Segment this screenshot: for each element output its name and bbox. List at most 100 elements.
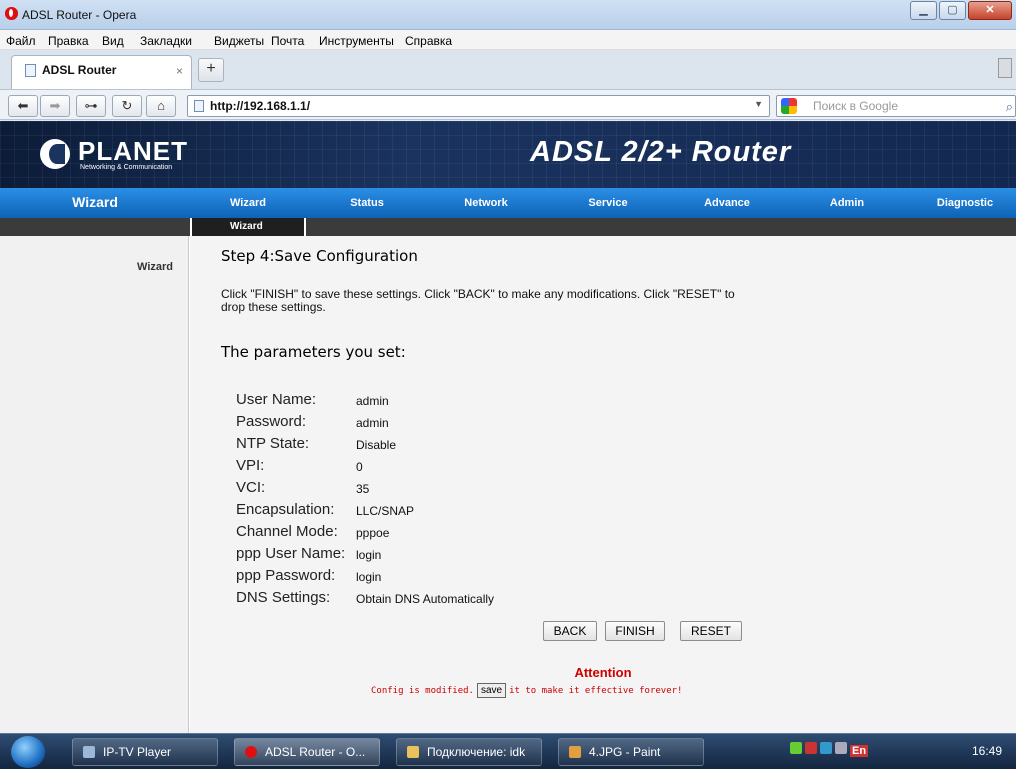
param-label: VCI:: [236, 479, 266, 496]
menu-edit[interactable]: Правка: [48, 34, 89, 48]
param-label: Channel Mode:: [236, 523, 338, 540]
instructions-text: Click "FINISH" to save these settings. C…: [221, 287, 735, 314]
taskbar-item-opera[interactable]: ADSL Router - O...: [234, 738, 380, 766]
address-field[interactable]: http://192.168.1.1/ ▼: [187, 95, 770, 117]
antivirus-icon[interactable]: [805, 742, 817, 754]
brand-tagline: Networking & Communication: [80, 164, 173, 171]
system-tray: En: [790, 742, 869, 757]
taskbar-item-connection[interactable]: Подключение: idk: [396, 738, 542, 766]
taskbar-item-label: IP-TV Player: [103, 745, 172, 759]
config-prefix: Config is modified.: [371, 686, 474, 696]
menu-tools[interactable]: Инструменты: [319, 34, 394, 48]
param-value: 0: [356, 460, 363, 474]
nav-advance[interactable]: Advance: [682, 197, 772, 209]
minimize-button[interactable]: ▁: [910, 1, 937, 20]
menu-bar: Файл Правка Вид Закладки Виджеты Почта И…: [0, 30, 1016, 50]
menu-view[interactable]: Вид: [102, 34, 124, 48]
opera-logo-icon: [245, 746, 257, 758]
window-title: ADSL Router - Opera: [22, 8, 137, 22]
tab-label: ADSL Router: [42, 63, 117, 77]
router-header: PLANET Networking & Communication ADSL 2…: [0, 121, 1016, 188]
nav-status[interactable]: Status: [322, 197, 412, 209]
param-value: login: [356, 548, 382, 562]
taskbar-item-paint[interactable]: 4.JPG - Paint: [558, 738, 704, 766]
attention-heading: Attention: [574, 665, 632, 680]
param-value: admin: [356, 416, 389, 430]
product-title: ADSL 2/2+ Router: [530, 136, 792, 168]
start-button[interactable]: [11, 736, 45, 768]
param-value: LLC/SNAP: [356, 504, 415, 518]
nav-network[interactable]: Network: [441, 197, 531, 209]
taskbar-item-label: Подключение: idk: [427, 745, 526, 759]
param-label: ppp Password:: [236, 567, 336, 584]
sub-nav: Wizard: [0, 218, 1016, 236]
taskbar-item-iptv[interactable]: IP-TV Player: [72, 738, 218, 766]
address-url: http://192.168.1.1/: [210, 99, 311, 113]
menu-mail[interactable]: Почта: [271, 34, 304, 48]
param-label: DNS Settings:: [236, 589, 331, 606]
back-icon[interactable]: ⬅: [8, 95, 38, 117]
params-heading: The parameters you set:: [221, 343, 406, 361]
google-icon[interactable]: [781, 98, 797, 114]
param-label: VPI:: [236, 457, 265, 474]
taskbar-item-label: 4.JPG - Paint: [589, 745, 661, 759]
volume-icon[interactable]: [835, 742, 847, 754]
menu-widgets[interactable]: Виджеты: [214, 34, 264, 48]
taskbar-item-label: ADSL Router - O...: [265, 745, 366, 759]
param-label: Password:: [236, 413, 307, 430]
reset-button[interactable]: RESET: [680, 621, 742, 641]
window-controls: ▁ ▢ ✕: [910, 1, 1012, 20]
menu-bookmarks[interactable]: Закладки: [140, 34, 192, 48]
param-value: 35: [356, 482, 370, 496]
trash-icon[interactable]: [998, 58, 1012, 78]
reload-icon[interactable]: ↻: [112, 95, 142, 117]
nav-diagnostic[interactable]: Diagnostic: [920, 197, 1010, 209]
window-title-bar: ADSL Router - Opera ▁ ▢ ✕: [0, 0, 1016, 30]
language-indicator[interactable]: En: [850, 745, 869, 757]
nav-wizard[interactable]: Wizard: [203, 197, 293, 209]
paint-icon: [569, 746, 581, 758]
tv-icon: [83, 746, 95, 758]
taskbar: IP-TV Player ADSL Router - O... Подключе…: [0, 733, 1016, 769]
param-value: login: [356, 570, 382, 584]
folder-icon: [407, 746, 419, 758]
subnav-wizard[interactable]: Wizard: [190, 218, 306, 236]
brand-name: PLANET: [78, 136, 188, 166]
param-label: ppp User Name:: [236, 545, 346, 562]
close-window-button[interactable]: ✕: [968, 1, 1012, 20]
maximize-button[interactable]: ▢: [939, 1, 966, 20]
tab-bar: ADSL Router × +: [0, 50, 1016, 90]
opera-logo-icon: [5, 7, 18, 20]
menu-file[interactable]: Файл: [6, 34, 36, 48]
search-field[interactable]: Поиск в Google ⌕: [776, 95, 1016, 117]
chevron-down-icon[interactable]: ▼: [754, 99, 763, 109]
network-icon[interactable]: [790, 742, 802, 754]
param-value: Disable: [356, 438, 397, 452]
save-button[interactable]: save: [476, 683, 507, 698]
nav-admin[interactable]: Admin: [802, 197, 892, 209]
menu-help[interactable]: Справка: [405, 34, 452, 48]
tab-close-icon[interactable]: ×: [176, 64, 183, 78]
planet-logo-icon: [40, 139, 70, 169]
back-button[interactable]: BACK: [543, 621, 597, 641]
forward-icon[interactable]: ➡: [40, 95, 70, 117]
new-tab-button[interactable]: +: [198, 58, 224, 82]
shield-icon[interactable]: [820, 742, 832, 754]
key-icon[interactable]: ⊶: [76, 95, 106, 117]
param-value: pppoe: [356, 526, 390, 540]
nav-service[interactable]: Service: [563, 197, 653, 209]
finish-button[interactable]: FINISH: [605, 621, 665, 641]
sidebar-item-wizard[interactable]: Wizard: [137, 261, 173, 273]
home-icon[interactable]: ⌂: [146, 95, 176, 117]
tab-adsl-router[interactable]: ADSL Router ×: [11, 55, 192, 89]
param-label: User Name:: [236, 391, 317, 408]
search-icon[interactable]: ⌕: [1006, 99, 1013, 115]
main-nav: Wizard Wizard Status Network Service Adv…: [0, 188, 1016, 218]
step-title: Step 4:Save Configuration: [221, 247, 418, 265]
param-value: Obtain DNS Automatically: [356, 592, 495, 606]
current-section: Wizard: [72, 194, 118, 210]
config-suffix: it to make it effective forever!: [509, 686, 683, 696]
wizard-content: Step 4:Save Configuration Click "FINISH"…: [190, 236, 1016, 733]
page-icon: [25, 64, 36, 77]
clock[interactable]: 16:49: [972, 744, 1002, 758]
